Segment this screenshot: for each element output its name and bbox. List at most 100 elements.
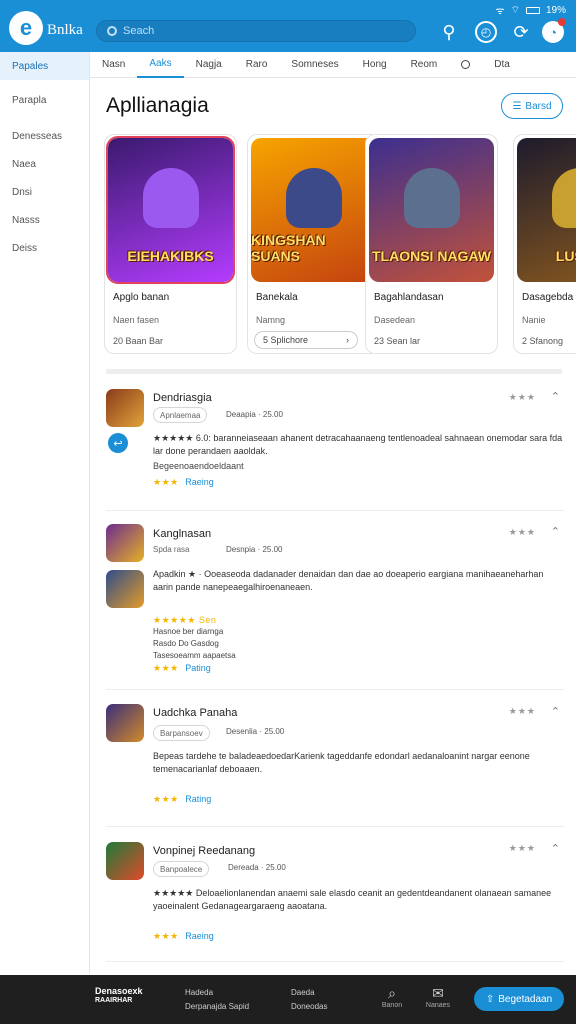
game-thumbnail	[106, 524, 144, 562]
game-thumbnail	[106, 570, 144, 608]
app-logo-icon[interactable]: e	[9, 11, 43, 45]
review-text: ★★★★★ Deloaelionlanendan anaemi sale ela…	[153, 888, 552, 911]
sidebar-item-papales[interactable]: Papales	[0, 52, 89, 80]
battery-icon	[525, 6, 540, 14]
share-icon[interactable]: ↩	[108, 433, 128, 453]
tab-hong[interactable]: Hong	[351, 52, 399, 78]
review-meta: Begeenoaendoeldaant	[153, 461, 244, 471]
category-chip[interactable]: Apnlaemaa	[153, 407, 208, 423]
sort-button[interactable]: ☰ Barsd	[501, 93, 563, 119]
tab-reom[interactable]: Reom	[399, 52, 450, 78]
footer-link[interactable]: Hadeda	[185, 986, 249, 1000]
tab-raro[interactable]: Raro	[234, 52, 280, 78]
search-nav-button[interactable]: ⌕ Banon	[377, 985, 407, 1009]
tab-search-icon[interactable]	[461, 60, 471, 69]
game-subtitle: Namng	[256, 315, 286, 325]
register-label: Begetadaan	[498, 993, 553, 1005]
footer-logo-line1: Denasoexk	[95, 986, 143, 996]
sidebar: Papales Parapla Denesseas Naea Dnsi Nass…	[0, 52, 90, 974]
rating-link[interactable]: Pating	[185, 663, 211, 673]
list-item[interactable]: Kanglnasan Spda rasa Desnpia · 25.00 ★★★…	[106, 520, 564, 690]
list-item[interactable]: ↩ Dendriasgia Apnlaemaa Deaapia · 25.00 …	[106, 385, 564, 511]
chevron-up-icon[interactable]: ⌃	[551, 525, 560, 538]
chevron-up-icon[interactable]: ⌃	[551, 705, 560, 718]
sidebar-item-naea[interactable]: Naea	[0, 150, 89, 178]
review-text: Apadkin ★ · Ooeaseoda dadanader denaidan…	[153, 569, 544, 592]
category-tabs: Nasn Aaks Nagja Raro Somneses Hong Reom …	[90, 52, 576, 78]
tab-somneses[interactable]: Somneses	[279, 52, 350, 78]
game-character-image	[142, 168, 199, 228]
footer-link[interactable]: Daeda	[291, 986, 327, 1000]
clock-icon[interactable]: ◴	[475, 21, 497, 43]
game-subtitle: Dasedean	[374, 315, 416, 325]
message-icon: ✉	[432, 985, 444, 1001]
review-title: Uadchka Panaha	[153, 707, 238, 719]
notification-icon[interactable]: ◔	[542, 18, 566, 43]
rating-stars: ★★★	[153, 663, 179, 673]
game-card-art: KINGSHAN SUANS	[251, 138, 376, 282]
game-card-art: LUSSA	[517, 138, 576, 282]
review-meta: Rasdo Do Gasdog	[153, 639, 219, 648]
tab-dta[interactable]: Dta	[482, 52, 522, 78]
register-button[interactable]: ⇧ Begetadaan	[474, 987, 564, 1011]
rating-link[interactable]: Rating	[185, 794, 211, 804]
category-chip[interactable]: Spda rasa	[153, 545, 189, 554]
signal-icon: ᯤ	[495, 6, 505, 17]
review-stars: ★★★	[508, 392, 536, 402]
sync-icon[interactable]: ⟳	[510, 21, 532, 43]
footer-link[interactable]: Derpanajda Sapid	[185, 1000, 249, 1014]
review-date: Desenlia · 25.00	[226, 727, 285, 736]
chevron-up-icon[interactable]: ⌃	[551, 842, 560, 855]
game-card[interactable]: LUSSA Dasagebda Nanie 2 Sfanong	[513, 134, 576, 354]
game-thumbnail	[106, 704, 144, 742]
category-chip[interactable]: Barpansoev	[153, 725, 210, 741]
game-card[interactable]: KINGSHAN SUANS Banekala Namng 5 Splichor…	[247, 134, 380, 354]
list-item[interactable]: Vonpinej Reedanang Banpoalece Dereada · …	[106, 838, 564, 962]
game-thumbnail	[106, 842, 144, 880]
list-item[interactable]: Uadchka Panaha Barpansoev Desenlia · 25.…	[106, 700, 564, 827]
battery-level: 19%	[545, 4, 566, 16]
search-icon	[107, 26, 117, 36]
game-character-image	[551, 168, 576, 228]
profile-icon[interactable]: ⚲	[438, 21, 460, 43]
tab-nasn[interactable]: Nasn	[90, 52, 137, 78]
footer-logo-line2: RAAIRHAR	[95, 997, 133, 1004]
review-title: Vonpinej Reedanang	[153, 845, 256, 857]
search-nav-label: Banon	[381, 1002, 403, 1009]
sidebar-item-dnsi[interactable]: Dnsi	[0, 178, 89, 206]
tab-aaks[interactable]: Aaks	[137, 52, 184, 78]
rating-link[interactable]: Raeing	[185, 931, 214, 941]
register-icon: ⇧	[485, 993, 495, 1005]
sidebar-item-denesseas[interactable]: Denesseas	[0, 122, 89, 150]
footer-link[interactable]: Doneodas	[291, 1000, 327, 1014]
game-name: Dasagebda	[522, 292, 574, 303]
messages-nav-button[interactable]: ✉ Nanaes	[423, 985, 453, 1009]
game-price: 5 Splichore	[263, 335, 309, 345]
game-card[interactable]: TLAONSI NAGAW Bagahlandasan Dasedean 23 …	[365, 134, 498, 354]
review-title: Kanglnasan	[153, 528, 212, 540]
rating-link[interactable]: Raeing	[185, 477, 214, 487]
featured-games-carousel: EIEHAKIBKS Apglo banan Naen fasen 20 Baa…	[104, 134, 576, 356]
game-art-title: LUSSA	[555, 248, 576, 264]
review-text: ★★★★★ 6.0: baranneiaseaan ahanent detrac…	[153, 433, 563, 456]
sort-label: Barsd	[525, 100, 552, 112]
category-chip[interactable]: Banpoalece	[153, 861, 210, 877]
sidebar-item-deiss[interactable]: Deiss	[0, 234, 89, 262]
rating-stars: ★★★	[153, 931, 179, 941]
tab-nagja[interactable]: Nagja	[184, 52, 234, 78]
sidebar-item-parapla[interactable]: Parapla	[0, 86, 89, 114]
sidebar-item-nasss[interactable]: Nasss	[0, 206, 89, 234]
search-icon: ⌕	[388, 985, 396, 1001]
game-card-art: TLAONSI NAGAW	[369, 138, 494, 282]
game-price: 20 Baan Bar	[113, 336, 164, 346]
review-meta: Tasesoeamm aapaetsa	[153, 651, 236, 660]
chevron-up-icon[interactable]: ⌃	[551, 390, 560, 403]
game-price: 23 Sean lar	[374, 336, 421, 346]
search-input[interactable]: Seach	[96, 20, 416, 42]
review-date: Desnpia · 25.00	[226, 545, 283, 554]
notification-badge	[558, 18, 566, 26]
game-price-button[interactable]: 5 Splichore ›	[254, 331, 358, 349]
game-card[interactable]: EIEHAKIBKS Apglo banan Naen fasen 20 Baa…	[104, 134, 237, 354]
game-character-image	[403, 168, 460, 228]
review-stars: ★★★	[508, 706, 536, 716]
